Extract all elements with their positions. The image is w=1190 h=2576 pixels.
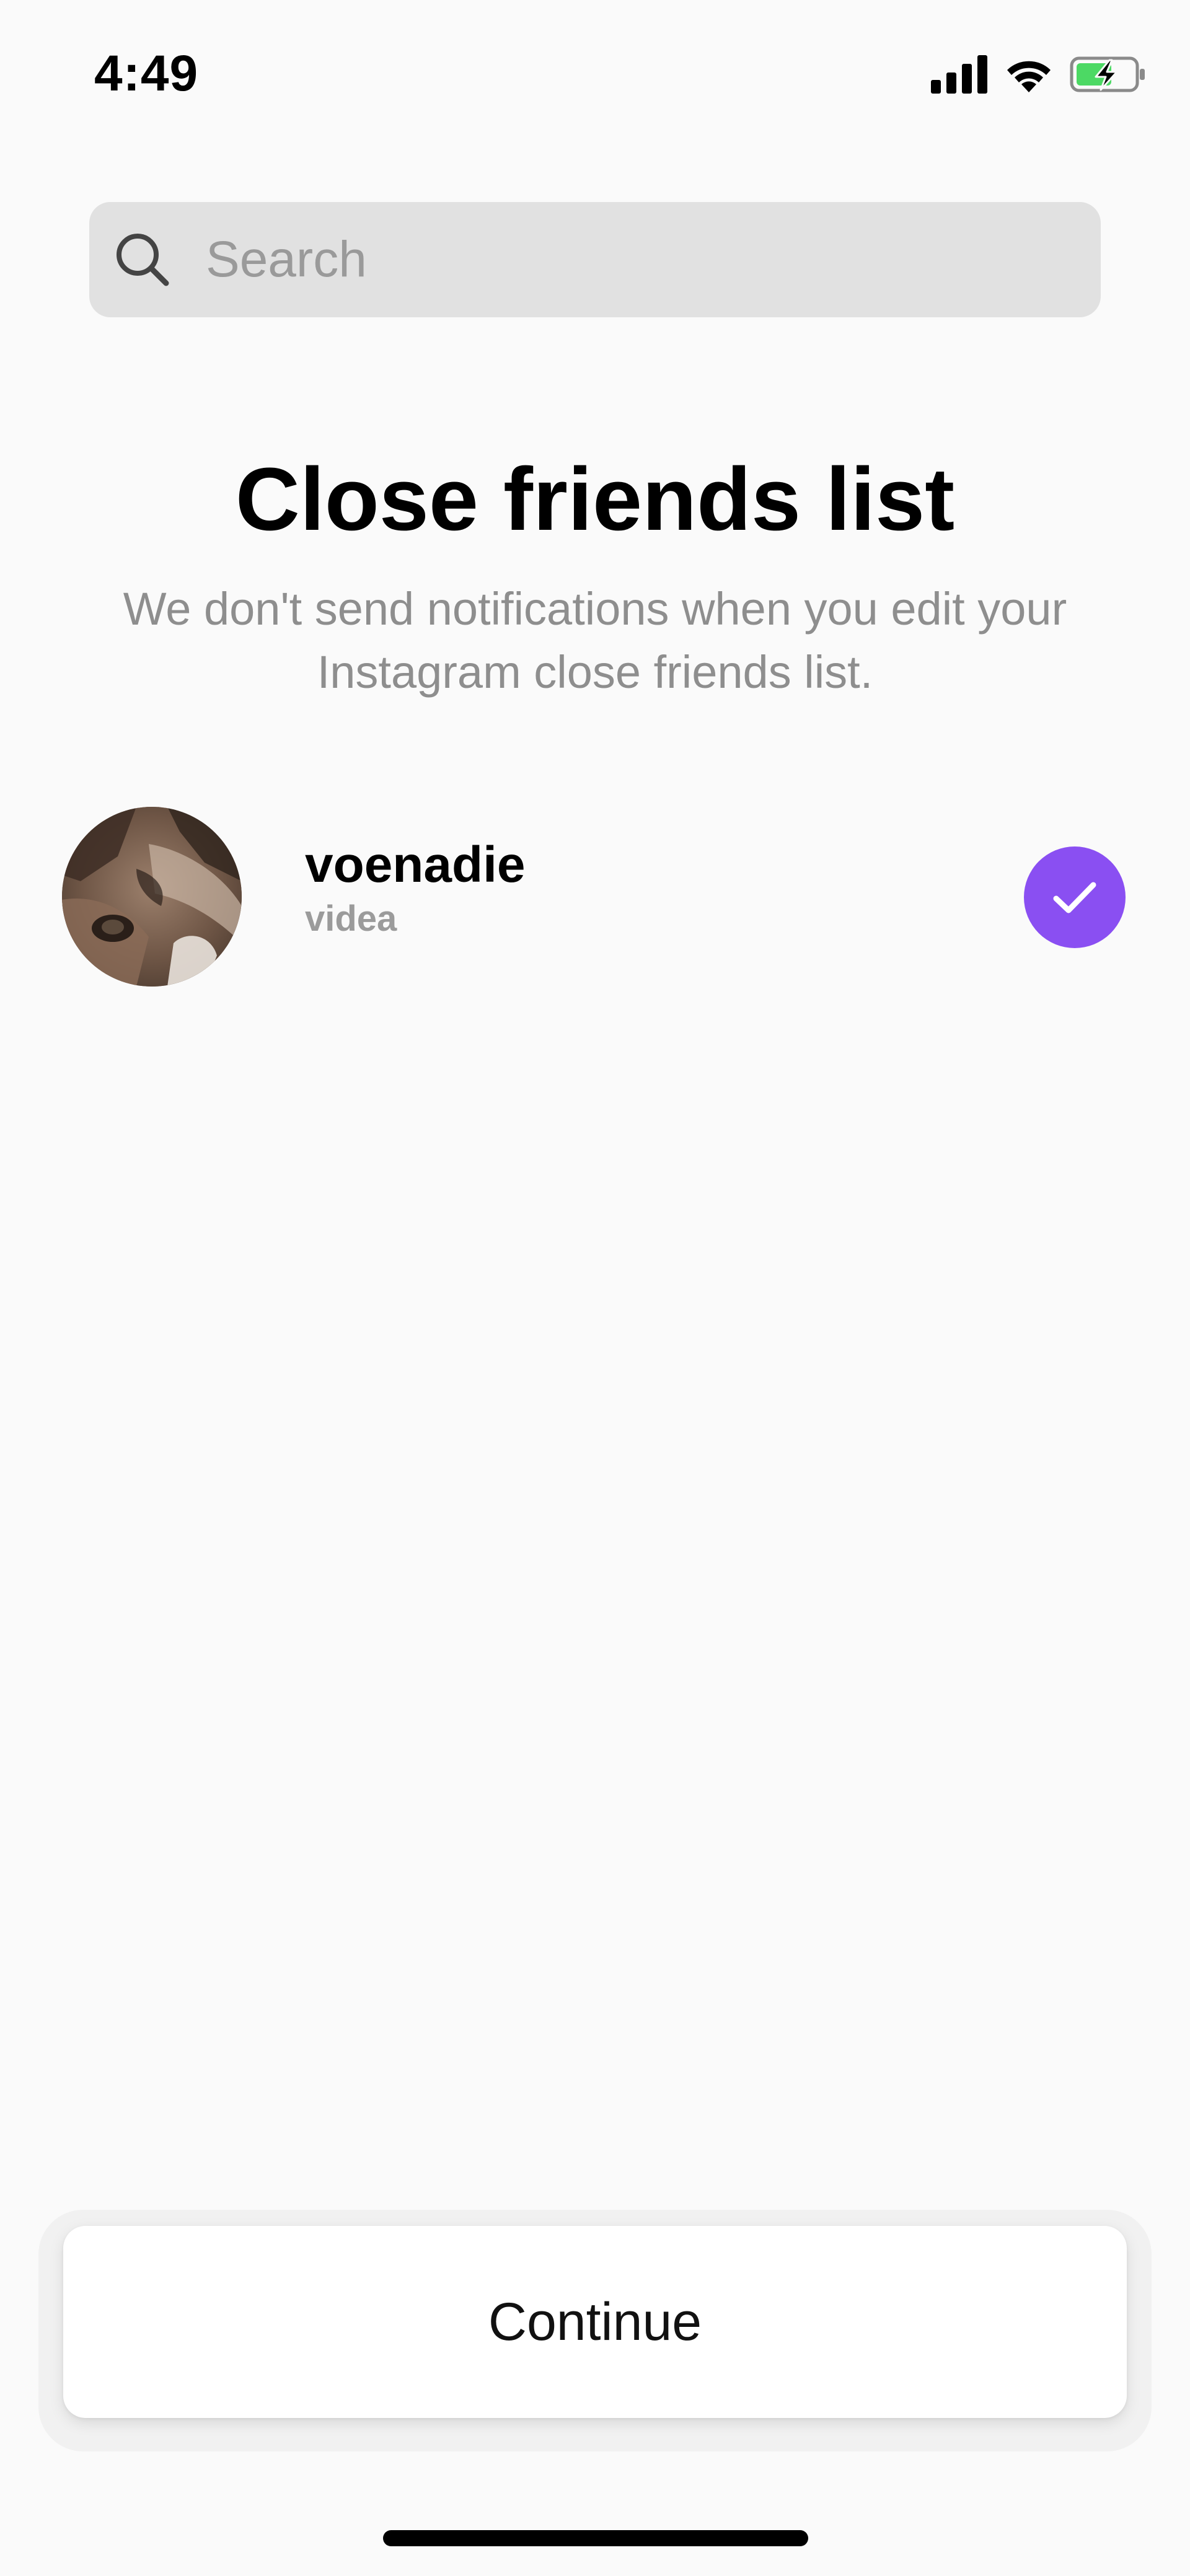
close-friends-screen: 4:49 Search Close friends list We don't …: [0, 0, 1190, 2576]
home-indicator[interactable]: [383, 2530, 808, 2546]
search-icon: [117, 234, 169, 286]
search-input[interactable]: [206, 222, 1101, 297]
status-time: 4:49: [94, 45, 199, 102]
battery-charging-icon: [1070, 56, 1145, 92]
search-bar[interactable]: [89, 202, 1101, 317]
status-icons: [931, 50, 1147, 99]
avatar: [62, 807, 242, 987]
status-bar: 4:49: [0, 0, 1190, 143]
continue-button[interactable]: Continue: [63, 2226, 1127, 2418]
selected-checkbox[interactable]: [1024, 846, 1126, 948]
wifi-icon: [1007, 61, 1051, 92]
cellular-signal-icon: [931, 55, 987, 94]
friend-list-item[interactable]: voenadie videa: [0, 799, 1190, 991]
friend-username: voenadie: [305, 837, 526, 893]
friend-full-name: videa: [305, 899, 397, 939]
page-subtitle: We don't send notifications when you edi…: [123, 583, 1067, 698]
avatar-photo: [62, 807, 242, 987]
checkmark-icon: [1053, 882, 1096, 913]
page-title: Close friends list: [235, 449, 955, 549]
